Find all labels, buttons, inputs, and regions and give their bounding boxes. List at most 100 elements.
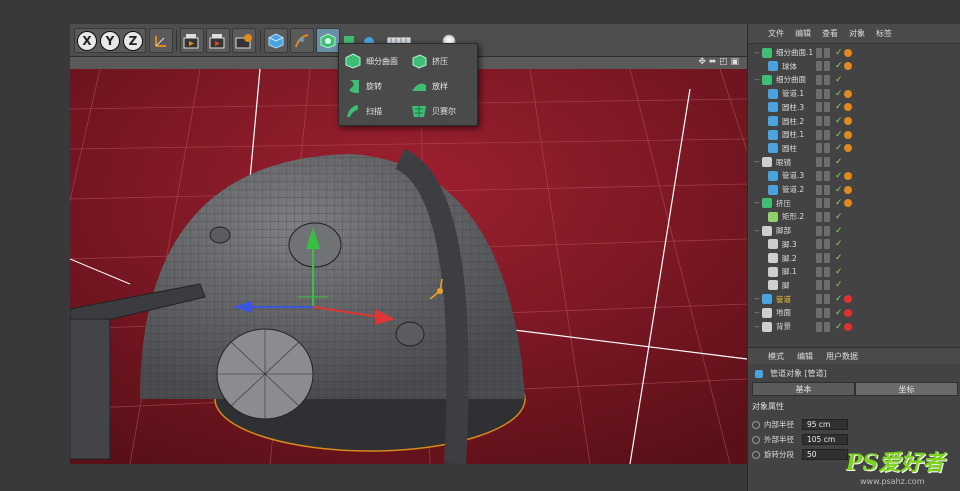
enable-check-icon[interactable]: ✓ xyxy=(835,239,843,249)
enable-check-icon[interactable]: ✓ xyxy=(835,185,843,195)
menu-attr-edit[interactable]: 编辑 xyxy=(797,351,813,362)
visibility-flags[interactable] xyxy=(816,266,834,277)
material-tag-icon[interactable] xyxy=(844,185,852,194)
enable-check-icon[interactable]: ✓ xyxy=(835,322,843,332)
tree-row-label: 圆柱.2 xyxy=(782,116,805,126)
enable-check-icon[interactable]: ✓ xyxy=(835,308,843,318)
visibility-flags[interactable] xyxy=(816,129,834,140)
expand-toggle[interactable]: − xyxy=(752,323,762,331)
enable-check-icon[interactable]: ✓ xyxy=(835,48,843,58)
tab-basic[interactable]: 基本 xyxy=(752,382,855,396)
pen-button[interactable] xyxy=(290,28,314,53)
cylinder-icon xyxy=(768,102,778,113)
visibility-flags[interactable] xyxy=(816,61,834,72)
enable-check-icon[interactable]: ✓ xyxy=(835,143,843,153)
y-axis-toggle[interactable]: Y xyxy=(100,30,120,51)
enable-check-icon[interactable]: ✓ xyxy=(835,198,843,208)
keyframe-dot-icon[interactable] xyxy=(752,420,760,429)
expand-toggle[interactable]: − xyxy=(752,76,762,84)
enable-check-icon[interactable]: ✓ xyxy=(835,61,843,71)
menu-edit[interactable]: 编辑 xyxy=(795,28,811,39)
material-tag-icon[interactable] xyxy=(844,130,852,139)
enable-check-icon[interactable]: ✓ xyxy=(835,171,843,181)
coordinate-system-button[interactable] xyxy=(149,28,173,53)
visibility-flags[interactable] xyxy=(816,225,834,236)
visibility-flags[interactable] xyxy=(816,88,834,99)
visibility-flags[interactable] xyxy=(816,170,834,181)
material-tag-icon[interactable] xyxy=(844,48,852,57)
keyframe-dot-icon[interactable] xyxy=(752,435,760,444)
menu-objects[interactable]: 对象 xyxy=(849,28,865,39)
menu-mode[interactable]: 模式 xyxy=(768,351,784,362)
visibility-flags[interactable] xyxy=(816,239,834,250)
visibility-flags[interactable] xyxy=(816,198,834,209)
render-picture-viewer-button[interactable] xyxy=(206,28,230,53)
visibility-flags[interactable] xyxy=(816,211,834,222)
enable-check-icon[interactable]: ✓ xyxy=(835,294,843,304)
visibility-flags[interactable] xyxy=(816,321,834,332)
menu-user-data[interactable]: 用户数据 xyxy=(826,351,858,362)
visibility-flags[interactable] xyxy=(816,74,834,85)
title-strip xyxy=(0,0,960,24)
x-axis-toggle[interactable]: X xyxy=(77,30,97,51)
material-tag-icon[interactable] xyxy=(844,89,852,98)
expand-toggle[interactable]: − xyxy=(752,49,762,57)
tree-row-label: 矩形.2 xyxy=(782,212,805,222)
enable-check-icon[interactable]: ✓ xyxy=(835,130,843,140)
render-settings-button[interactable] xyxy=(232,28,256,53)
enable-check-icon[interactable]: ✓ xyxy=(835,267,843,277)
popup-item-loft[interactable]: 放样 xyxy=(411,75,477,97)
expand-toggle[interactable]: − xyxy=(752,227,762,235)
menu-tags[interactable]: 标签 xyxy=(876,28,892,39)
cylinder-icon xyxy=(768,143,778,154)
popup-item-subdivision-surface[interactable]: 细分曲面 xyxy=(345,50,411,72)
outer-radius-input[interactable]: 105 cm xyxy=(802,434,848,445)
enable-check-icon[interactable]: ✓ xyxy=(835,253,843,263)
subdivision-surface-button[interactable] xyxy=(316,28,340,53)
expand-toggle[interactable]: − xyxy=(752,158,762,166)
visibility-flags[interactable] xyxy=(816,116,834,126)
sphere-icon xyxy=(768,61,778,72)
enable-check-icon[interactable]: ✓ xyxy=(835,280,843,290)
menu-view[interactable]: 查看 xyxy=(822,28,838,39)
visibility-flags[interactable] xyxy=(816,157,834,168)
render-view-button[interactable] xyxy=(180,28,204,53)
expand-toggle[interactable]: − xyxy=(752,199,762,207)
tree-row-label: 圆柱.1 xyxy=(782,130,805,140)
enable-check-icon[interactable]: ✓ xyxy=(835,157,843,167)
visibility-flags[interactable] xyxy=(816,47,834,58)
popup-item-extrude[interactable]: 挤压 xyxy=(411,50,477,72)
popup-item-sweep[interactable]: 扫描 xyxy=(345,100,411,122)
menu-file[interactable]: 文件 xyxy=(768,28,784,39)
visibility-flags[interactable] xyxy=(816,143,834,154)
material-tag-icon[interactable] xyxy=(844,117,852,125)
rotation-segments-input[interactable]: 50 xyxy=(802,449,848,460)
object-properties-heading: 对象属性 xyxy=(752,402,784,411)
material-tag-icon[interactable] xyxy=(844,171,852,180)
field-label: 旋转分段 xyxy=(764,450,794,459)
tab-coordinates[interactable]: 坐标 xyxy=(855,382,958,396)
visibility-flags[interactable] xyxy=(816,307,834,318)
popup-item-bezier[interactable]: 贝赛尔 xyxy=(411,100,477,122)
visibility-flags[interactable] xyxy=(816,280,834,291)
visibility-flags[interactable] xyxy=(816,253,834,263)
cube-button[interactable] xyxy=(264,28,288,53)
visibility-flags[interactable] xyxy=(816,294,834,305)
visibility-flags[interactable] xyxy=(816,102,834,113)
enable-check-icon[interactable]: ✓ xyxy=(835,226,843,236)
enable-check-icon[interactable]: ✓ xyxy=(835,116,843,126)
popup-item-lathe[interactable]: 旋转 xyxy=(345,75,411,97)
viewport-nav-icons[interactable]: ✥ ⬌ ◰ ▣ xyxy=(698,57,739,67)
enable-check-icon[interactable]: ✓ xyxy=(835,89,843,99)
enable-check-icon[interactable]: ✓ xyxy=(835,212,843,222)
material-tag-icon[interactable] xyxy=(844,308,852,317)
inner-radius-input[interactable]: 95 cm xyxy=(802,419,848,430)
expand-toggle[interactable]: − xyxy=(752,309,762,317)
material-tag-icon[interactable] xyxy=(844,322,852,331)
expand-toggle[interactable]: − xyxy=(752,295,762,303)
visibility-flags[interactable] xyxy=(816,184,834,195)
z-axis-toggle[interactable]: Z xyxy=(123,30,143,51)
enable-check-icon[interactable]: ✓ xyxy=(835,75,843,85)
keyframe-dot-icon[interactable] xyxy=(752,450,760,459)
enable-check-icon[interactable]: ✓ xyxy=(835,102,843,112)
